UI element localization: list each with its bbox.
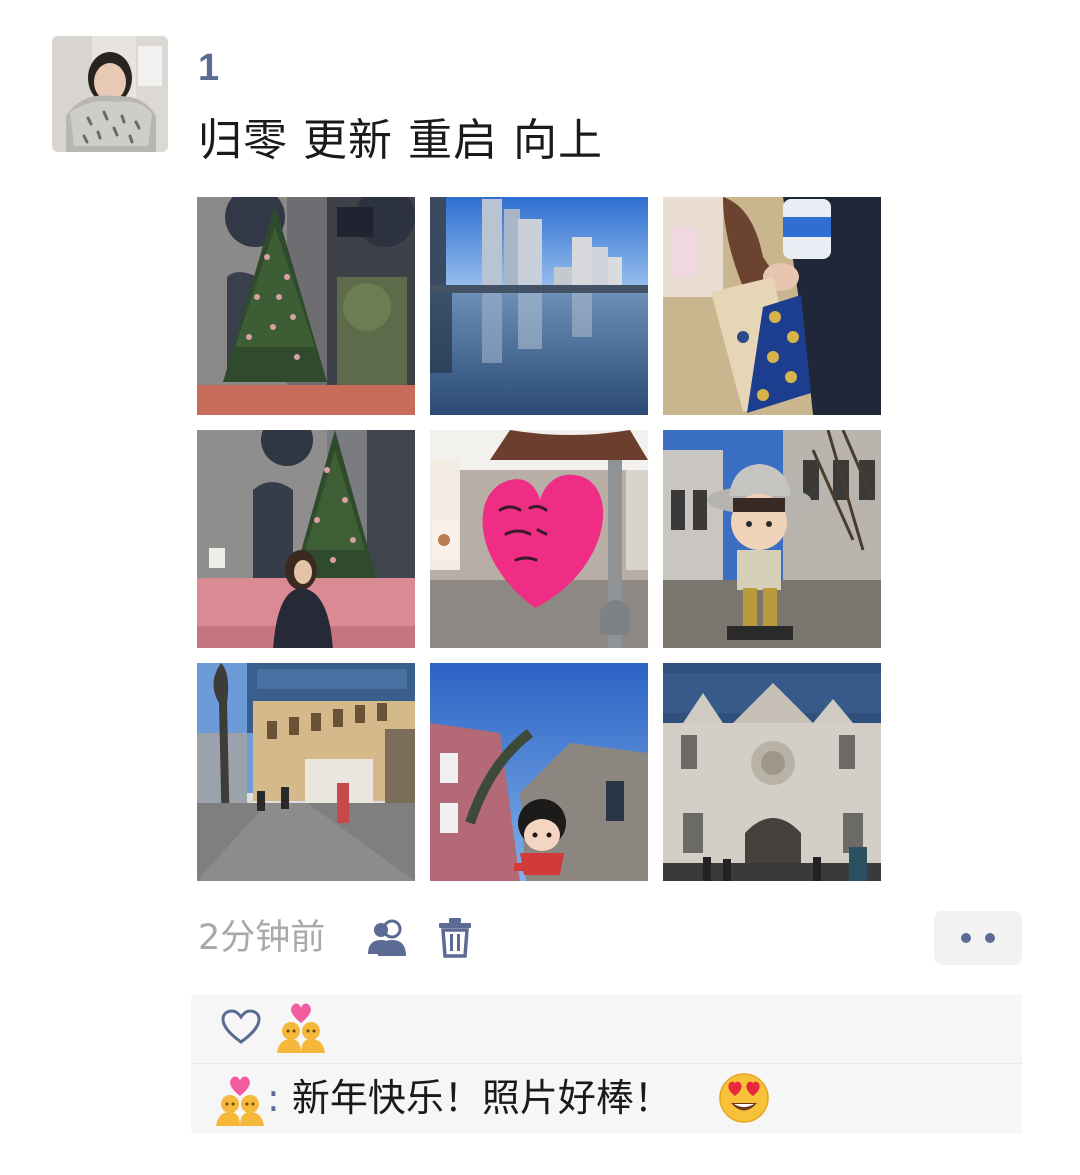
couple-with-heart-emoji[interactable]: [275, 1001, 327, 1053]
smiling-face-with-heart-eyes-icon: [718, 1072, 770, 1124]
more-dot: [961, 933, 971, 943]
avatar[interactable]: [52, 36, 168, 152]
more-dots-icon[interactable]: [934, 911, 1022, 965]
likes-row: [191, 994, 1022, 1064]
likes-comments-box: : 新年快乐！照片好棒！: [191, 994, 1022, 1134]
photo-grid: [197, 197, 881, 881]
couple-with-heart-emoji[interactable]: [213, 1074, 267, 1126]
comment-row[interactable]: : 新年快乐！照片好棒！: [191, 1064, 1022, 1134]
username[interactable]: 1: [198, 44, 219, 92]
photo-christmas-tree-building[interactable]: [197, 197, 415, 415]
heart-outline-icon: [221, 1009, 261, 1045]
photo-person-by-christmas-tree[interactable]: [197, 430, 415, 648]
photo-building-with-cartoon-balloon[interactable]: [430, 663, 648, 881]
photo-pink-heart-sign[interactable]: [430, 430, 648, 648]
comment-body: 新年快乐！照片好棒！: [279, 1076, 672, 1120]
comment-text: : 新年快乐！照片好棒！: [267, 1070, 672, 1126]
photo-street-yellow-building[interactable]: [197, 663, 415, 881]
comment-separator: :: [267, 1076, 280, 1120]
people-icon[interactable]: [366, 918, 410, 958]
photo-figure-statue-hat[interactable]: [663, 430, 881, 648]
avatar-image: [52, 36, 168, 152]
post-text: 归零 更新 重启 向上: [198, 115, 603, 166]
photo-paper-bag-drink[interactable]: [663, 197, 881, 415]
photo-ornate-facade-building[interactable]: [663, 663, 881, 881]
trash-icon[interactable]: [438, 916, 472, 958]
post-time: 2分钟前: [198, 918, 326, 958]
more-dot: [985, 933, 995, 943]
photo-city-river-skyline[interactable]: [430, 197, 648, 415]
